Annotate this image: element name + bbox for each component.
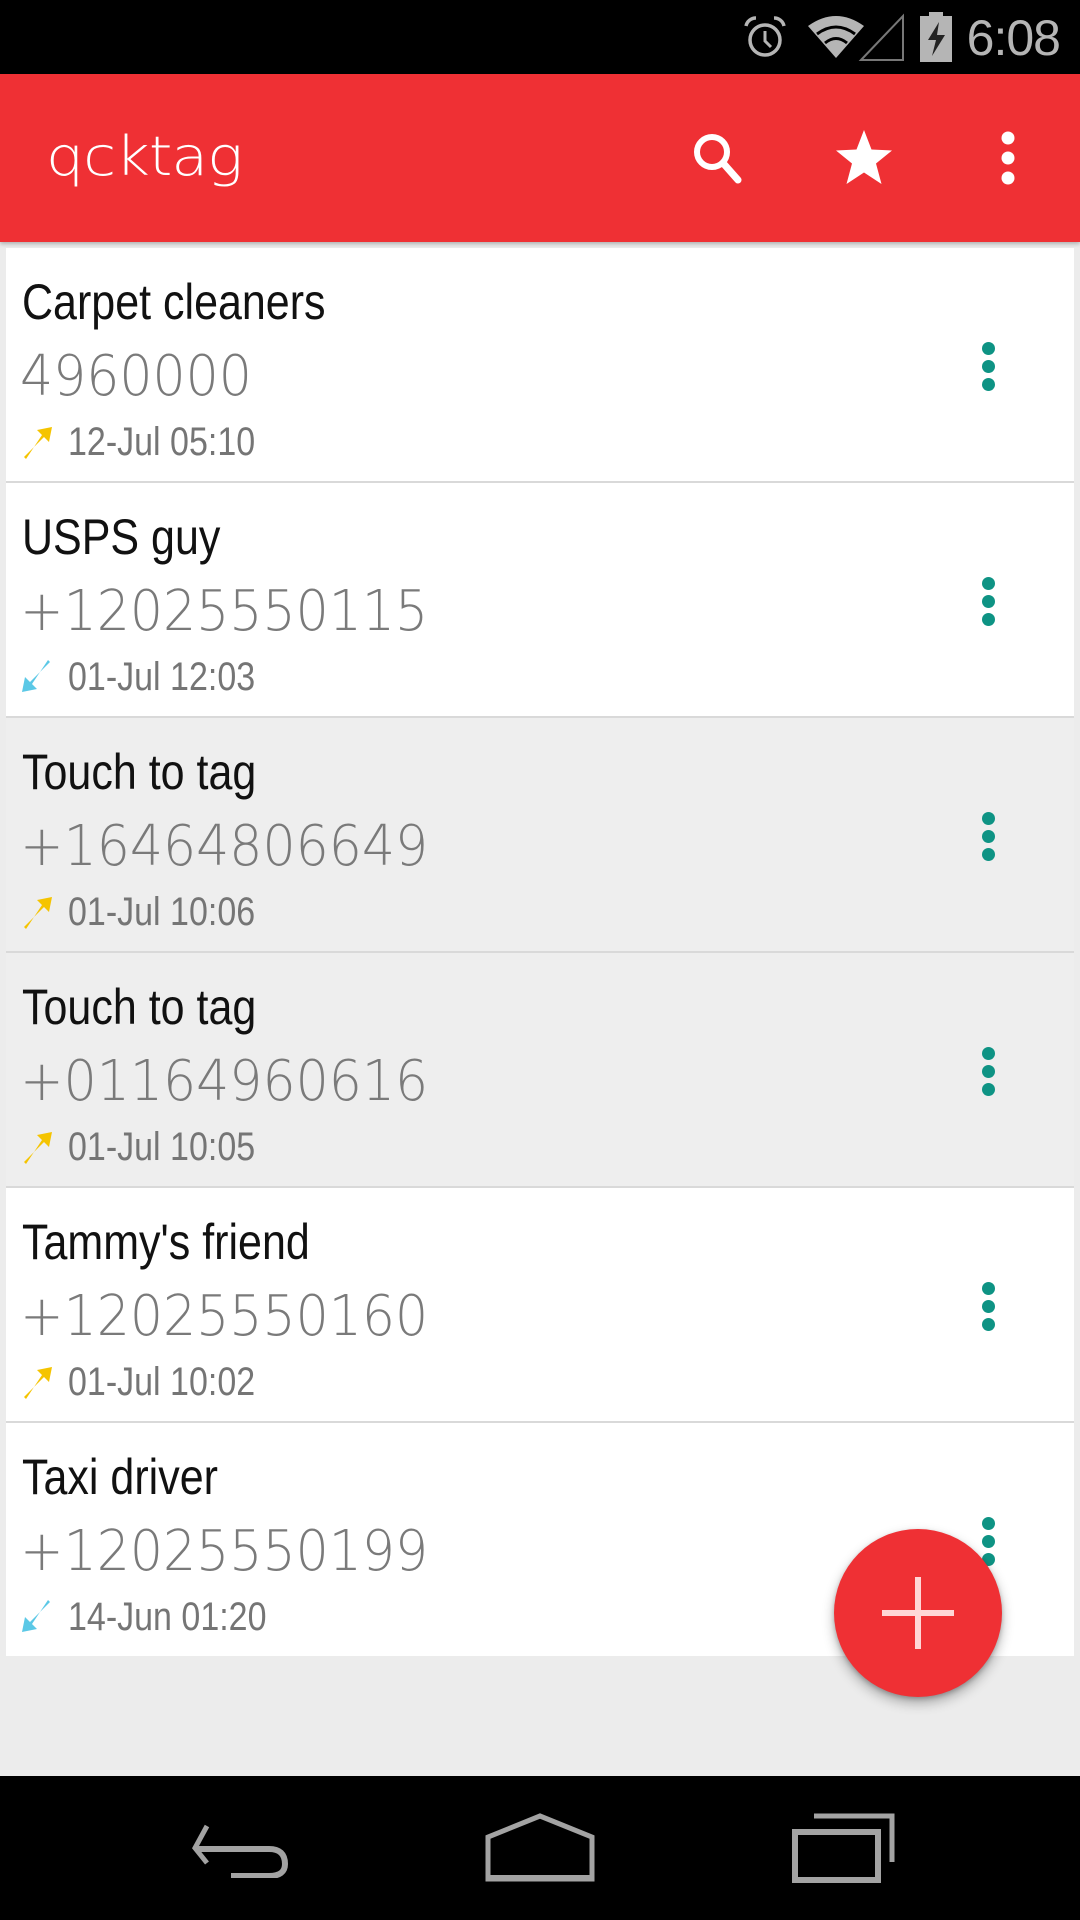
list-item[interactable]: Tammy's friend +12025550160 01-Jul 10:02 xyxy=(6,1188,1074,1423)
home-button[interactable] xyxy=(470,1808,610,1888)
more-vert-icon-dot xyxy=(981,1281,995,1295)
more-vert-icon-dot xyxy=(981,847,995,861)
call-date: 14-Jun 01:20 xyxy=(68,1595,267,1639)
more-vert-icon-dot xyxy=(981,377,995,391)
more-vert-icon-dot xyxy=(981,1299,995,1313)
phone-number: +12025550115 xyxy=(20,579,429,644)
more-vert-icon-dot xyxy=(981,811,995,825)
cell-signal-icon xyxy=(858,13,904,61)
call-date: 12-Jul 05:10 xyxy=(68,420,256,464)
more-vert-icon-dot xyxy=(981,1064,995,1078)
outgoing-call-arrow-icon xyxy=(24,897,52,929)
search-icon xyxy=(694,134,742,184)
list-item[interactable]: Touch to tag +16464806649 01-Jul 10:06 xyxy=(6,718,1074,953)
more-vert-icon-dot xyxy=(981,829,995,843)
list-item[interactable]: Carpet cleaners 4960000 12-Jul 05:10 xyxy=(6,248,1074,483)
app-title-text: qcktag xyxy=(46,125,243,189)
add-fab-button[interactable] xyxy=(834,1529,1002,1697)
contact-name: Touch to tag xyxy=(22,744,257,800)
phone-number: +01164960616 xyxy=(20,1049,429,1114)
call-meta: 01-Jul 10:06 xyxy=(20,886,288,938)
more-vert-icon-dot xyxy=(981,612,995,626)
status-bar: 6:08 xyxy=(0,0,1080,74)
item-more-button[interactable] xyxy=(958,326,1018,406)
contact-name: Touch to tag xyxy=(22,979,257,1035)
incoming-call-arrow-icon xyxy=(22,660,50,692)
call-date: 01-Jul 12:03 xyxy=(68,655,256,699)
more-vert-icon-dot xyxy=(981,1082,995,1096)
navigation-bar xyxy=(0,1776,1080,1920)
recents-icon xyxy=(792,1813,895,1883)
phone-number: +16464806649 xyxy=(20,814,429,879)
contact-name: Taxi driver xyxy=(22,1449,218,1505)
contact-name: Carpet cleaners xyxy=(22,274,326,330)
app-title: qcktag xyxy=(46,122,243,192)
call-date: 01-Jul 10:06 xyxy=(68,890,256,934)
star-icon xyxy=(836,130,892,184)
outgoing-call-arrow-icon xyxy=(24,1367,52,1399)
recents-button[interactable] xyxy=(775,1808,915,1888)
search-button[interactable] xyxy=(678,118,758,198)
call-meta: 14-Jun 01:20 xyxy=(20,1591,302,1643)
more-vert-icon-dot xyxy=(981,1317,995,1331)
back-button[interactable] xyxy=(170,1808,310,1888)
more-vert-icon-dot xyxy=(981,1534,995,1548)
item-more-button[interactable] xyxy=(958,1031,1018,1111)
status-time: 6:08 xyxy=(966,10,1061,66)
more-vert-icon-dot xyxy=(981,341,995,355)
battery-charging-icon xyxy=(920,12,952,62)
call-date: 01-Jul 10:02 xyxy=(68,1360,256,1404)
wifi-icon xyxy=(808,16,864,58)
overflow-menu-button[interactable] xyxy=(968,118,1048,198)
list-item[interactable]: USPS guy +12025550115 01-Jul 12:03 xyxy=(6,483,1074,718)
outgoing-call-arrow-icon xyxy=(24,427,52,459)
item-more-button[interactable] xyxy=(958,561,1018,641)
plus-icon xyxy=(882,1577,954,1649)
call-meta: 12-Jul 05:10 xyxy=(20,416,288,468)
list-item[interactable]: Touch to tag +01164960616 01-Jul 10:05 xyxy=(6,953,1074,1188)
more-vert-icon-dot xyxy=(981,1046,995,1060)
more-vert-icon-dot xyxy=(981,1516,995,1530)
phone-number: +12025550160 xyxy=(20,1284,429,1349)
phone-number: 4960000 xyxy=(20,344,252,409)
call-list: Carpet cleaners 4960000 12-Jul 05:10 USP… xyxy=(6,248,1074,1656)
phone-number: +12025550199 xyxy=(20,1519,429,1584)
more-vert-icon-dot xyxy=(981,594,995,608)
home-icon xyxy=(485,1813,595,1882)
outgoing-call-arrow-icon xyxy=(24,1132,52,1164)
contact-name: Tammy's friend xyxy=(22,1214,310,1270)
item-more-button[interactable] xyxy=(958,796,1018,876)
alarm-icon xyxy=(744,16,786,57)
app-bar: qcktag xyxy=(0,74,1080,242)
call-meta: 01-Jul 10:05 xyxy=(20,1121,288,1173)
more-vert-icon-dot xyxy=(981,359,995,373)
contact-name: USPS guy xyxy=(22,509,221,565)
back-icon xyxy=(192,1824,289,1878)
call-date: 01-Jul 10:05 xyxy=(68,1125,256,1169)
call-meta: 01-Jul 10:02 xyxy=(20,1356,288,1408)
item-more-button[interactable] xyxy=(958,1266,1018,1346)
favorites-button[interactable] xyxy=(824,118,904,198)
incoming-call-arrow-icon xyxy=(22,1600,50,1632)
more-vert-icon xyxy=(1001,131,1015,185)
more-vert-icon-dot xyxy=(981,576,995,590)
call-meta: 01-Jul 12:03 xyxy=(20,651,288,703)
